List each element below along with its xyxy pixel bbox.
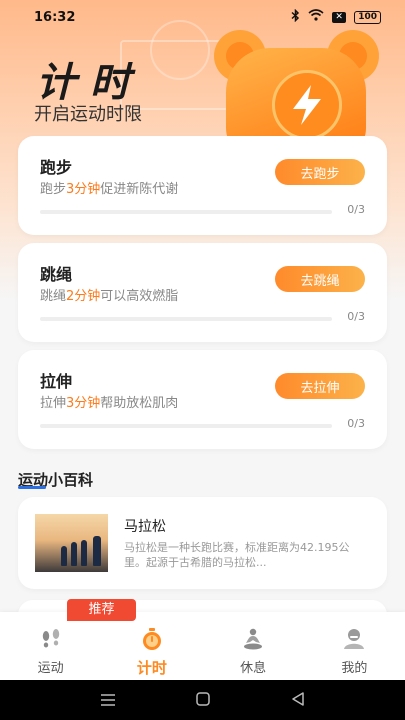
go-stretching-button[interactable]: 去拉伸: [275, 373, 365, 399]
task-description: 拉伸3分钟帮助放松肌肉: [40, 396, 179, 411]
article-card-marathon[interactable]: 马拉松 马拉松是一种长跑比赛，标准距离为42.195公里。起源于古希腊的马拉松.…: [18, 497, 387, 589]
go-jump-rope-button[interactable]: 去跳绳: [275, 266, 365, 292]
article-title: 马拉松: [124, 519, 166, 535]
bottom-navigation: 运动 计时 休息 我的: [0, 612, 405, 680]
runner-figure: [61, 546, 67, 566]
go-running-button[interactable]: 去跑步: [275, 159, 365, 185]
article-thumbnail-image: [35, 514, 108, 572]
nav-item-rest[interactable]: 休息: [203, 612, 304, 680]
task-card-jump-rope: 跳绳 跳绳2分钟可以高效燃脂 去跳绳 0/3: [18, 243, 387, 342]
meditation-icon: [241, 626, 265, 652]
nav-label: 运动: [37, 661, 64, 676]
runner-figure: [71, 542, 77, 566]
status-icons: ✕ 100: [291, 8, 381, 26]
runner-figure: [93, 536, 101, 566]
system-navigation-bar: [0, 680, 405, 720]
task-progress-text: 0/3: [347, 203, 365, 216]
nav-label: 我的: [341, 661, 368, 676]
nav-label: 休息: [240, 661, 267, 676]
wifi-icon: [308, 9, 324, 25]
task-progress-bar: [40, 210, 332, 214]
task-card-stretching: 拉伸 拉伸3分钟帮助放松肌肉 去拉伸 0/3: [18, 350, 387, 449]
recommend-badge: 推荐: [67, 599, 136, 621]
stopwatch-icon: [140, 626, 164, 652]
bluetooth-icon: [291, 8, 300, 26]
status-time: 16:32: [34, 9, 76, 25]
article-excerpt: 马拉松是一种长跑比赛，标准距离为42.195公里。起源于古希腊的马拉松...: [124, 541, 350, 569]
task-title: 跳绳: [40, 265, 73, 284]
task-title: 跑步: [40, 158, 73, 177]
footprints-icon: [39, 626, 63, 652]
nav-item-sports[interactable]: 运动: [0, 612, 101, 680]
menu-icon[interactable]: [100, 691, 116, 710]
nav-label: 计时: [136, 659, 167, 677]
task-progress-text: 0/3: [347, 417, 365, 430]
back-icon[interactable]: [291, 691, 305, 710]
task-card-running: 跑步 跑步3分钟促进新陈代谢 去跑步 0/3: [18, 136, 387, 235]
battery-indicator: 100: [354, 10, 381, 24]
lightning-icon: [272, 70, 342, 140]
task-title: 拉伸: [40, 372, 73, 391]
task-progress-text: 0/3: [347, 310, 365, 323]
task-progress-bar: [40, 424, 332, 428]
sim-x-icon: ✕: [332, 11, 347, 23]
mascot-illustration: [214, 30, 379, 158]
task-description: 跳绳2分钟可以高效燃脂: [40, 289, 179, 304]
task-progress-bar: [40, 317, 332, 321]
nav-item-profile[interactable]: 我的: [304, 612, 405, 680]
page-subtitle: 开启运动时限: [34, 104, 142, 125]
home-icon[interactable]: [196, 691, 211, 710]
task-description: 跑步3分钟促进新陈代谢: [40, 182, 179, 197]
nav-item-timer[interactable]: 计时: [101, 612, 202, 680]
section-title-underline: [18, 486, 46, 489]
profile-icon: [342, 626, 366, 652]
status-bar: 16:32 ✕ 100: [0, 0, 405, 34]
runner-figure: [81, 540, 87, 566]
